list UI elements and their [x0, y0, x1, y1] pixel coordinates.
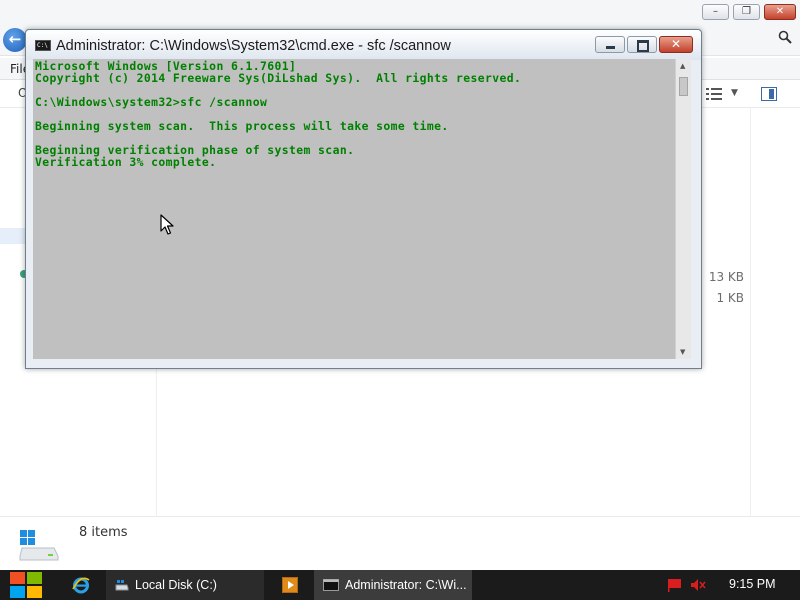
taskbar-cmd-button[interactable]: Administrator: C:\Wi...: [314, 570, 472, 600]
explorer-titlebar: – ❐ ✕: [0, 0, 800, 26]
items-count: 8 items: [79, 525, 128, 540]
taskbar-cmd-label: Administrator: C:\Wi...: [345, 578, 467, 592]
windows-logo-icon[interactable]: [9, 571, 43, 599]
cmd-window-title: Administrator: C:\Windows\System32\cmd.e…: [56, 38, 451, 54]
explorer-minimize-button[interactable]: –: [702, 4, 729, 20]
column-divider: [750, 108, 751, 516]
explorer-window-controls: – ❐ ✕: [702, 4, 796, 20]
cmd-app-icon[interactable]: C:\: [35, 40, 51, 51]
console-line: C:\Windows\system32>sfc /scannow: [35, 95, 268, 109]
explorer-restore-button[interactable]: ❐: [733, 4, 760, 20]
taskbar-explorer-button[interactable]: Local Disk (C:): [106, 570, 264, 600]
media-player-icon[interactable]: [282, 577, 298, 593]
scroll-up-arrow-icon[interactable]: ▲: [680, 62, 685, 70]
scrollbar-thumb[interactable]: [679, 77, 688, 96]
view-options-chevron-icon[interactable]: ▼: [731, 88, 738, 98]
cmd-close-button[interactable]: ✕: [659, 36, 693, 53]
view-details-icon[interactable]: [706, 88, 722, 100]
console-scrollbar[interactable]: ▲ ▼: [675, 59, 691, 359]
local-disk-icon: [115, 580, 129, 591]
back-button[interactable]: ←: [3, 28, 27, 52]
cmd-window-controls: ✕: [595, 36, 693, 53]
preview-pane-icon[interactable]: [761, 87, 777, 101]
console-line: Beginning system scan. This process will…: [35, 119, 449, 133]
cmd-maximize-button[interactable]: [627, 36, 657, 53]
taskbar-clock[interactable]: 9:15 PM: [729, 577, 776, 591]
cmd-titlebar[interactable]: C:\ Administrator: C:\Windows\System32\c…: [26, 30, 701, 60]
cmd-taskbar-icon: [323, 579, 339, 591]
cmd-window[interactable]: C:\ Administrator: C:\Windows\System32\c…: [25, 29, 702, 369]
console-line: Copyright (c) 2014 Freeware Sys(DiLshad …: [35, 71, 522, 85]
scroll-down-arrow-icon[interactable]: ▼: [680, 348, 685, 356]
search-icon[interactable]: [778, 30, 792, 44]
mouse-cursor-icon: [160, 214, 174, 235]
speaker-muted-icon[interactable]: [690, 578, 706, 592]
console-line: Verification 3% complete.: [35, 155, 217, 169]
console-output[interactable]: Microsoft Windows [Version 6.1.7601] Cop…: [33, 59, 675, 359]
action-center-flag-icon[interactable]: [667, 578, 683, 592]
local-disk-drive-icon: [19, 530, 59, 561]
cmd-window-frame-bottom: [26, 359, 701, 368]
navigation-selected-item[interactable]: [0, 228, 26, 244]
cmd-minimize-button[interactable]: [595, 36, 625, 53]
explorer-close-button[interactable]: ✕: [764, 4, 796, 20]
internet-explorer-icon[interactable]: [72, 576, 90, 594]
back-arrow-icon: ←: [8, 30, 22, 48]
taskbar-explorer-label: Local Disk (C:): [135, 578, 217, 592]
